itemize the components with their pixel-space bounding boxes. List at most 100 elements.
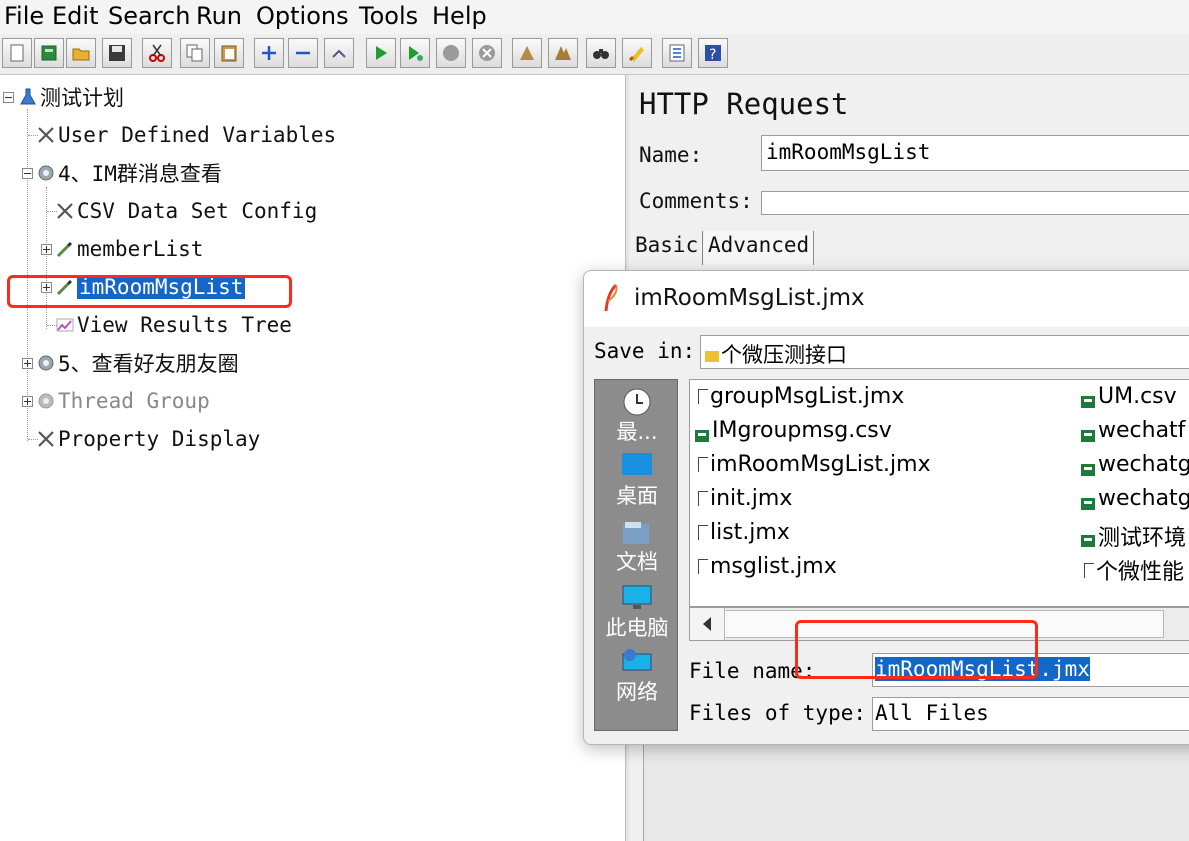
expand-icon[interactable]: [254, 38, 284, 68]
files-of-type-combo[interactable]: All Files: [872, 697, 1189, 731]
menu-run[interactable]: Run: [196, 2, 242, 30]
tree-node-view-results-tree[interactable]: View Results Tree: [55, 308, 292, 342]
tree-node-thread-group-5[interactable]: 5、查看好友朋友圈: [36, 346, 239, 380]
list-item[interactable]: wechatg: [1080, 452, 1189, 477]
name-field[interactable]: imRoomMsgList: [761, 135, 1189, 171]
list-item[interactable]: UM.csv: [1080, 384, 1177, 409]
tree-node-csv-data-set-config[interactable]: CSV Data Set Config: [55, 194, 317, 228]
place-desktop[interactable]: 桌面: [595, 450, 679, 510]
list-item[interactable]: wechatg: [1080, 486, 1189, 511]
file-icon: [698, 525, 708, 540]
start-icon[interactable]: [366, 38, 396, 68]
list-item[interactable]: list.jmx: [698, 520, 790, 545]
chevron-left-icon: [703, 617, 711, 631]
tree-node-thread-group[interactable]: Thread Group: [36, 384, 210, 418]
toolbar: ?: [0, 34, 1189, 75]
stop-icon[interactable]: [436, 38, 466, 68]
menu-edit[interactable]: Edit: [52, 2, 98, 30]
tree-node-user-defined-variables[interactable]: User Defined Variables: [36, 118, 336, 152]
svg-text:?: ?: [709, 47, 716, 63]
panel-title: HTTP Request: [639, 87, 849, 121]
test-plan-tree: 测试计划 User Defined Variables 4、IM群消息查看 CS…: [0, 75, 625, 841]
tree-node-member-list[interactable]: memberList: [55, 232, 203, 266]
clear-icon[interactable]: [512, 38, 542, 68]
list-item[interactable]: init.jmx: [698, 486, 792, 511]
tree-node-test-plan[interactable]: 测试计划: [18, 80, 124, 114]
expand-toggle[interactable]: [41, 244, 52, 255]
file-icon: [698, 491, 708, 506]
clock-icon: [623, 388, 651, 416]
gear-icon: [36, 353, 56, 373]
tree-node-thread-group-4[interactable]: 4、IM群消息查看: [36, 156, 222, 190]
new-icon[interactable]: [2, 38, 32, 68]
dialog-title: imRoomMsgList.jmx: [634, 285, 865, 311]
csv-file-icon: [1080, 458, 1096, 476]
tab-basic[interactable]: Basic: [631, 231, 704, 265]
expand-toggle[interactable]: [3, 92, 14, 103]
shutdown-icon[interactable]: [472, 38, 502, 68]
network-icon: [622, 649, 652, 671]
help-icon[interactable]: ?: [698, 38, 728, 68]
list-item[interactable]: groupMsgList.jmx: [698, 384, 904, 409]
computer-icon: [622, 585, 652, 609]
search-icon[interactable]: [586, 38, 616, 68]
comments-label: Comments:: [639, 189, 753, 213]
open-icon[interactable]: [66, 38, 96, 68]
csv-file-icon: [1080, 424, 1096, 442]
menu-help[interactable]: Help: [432, 2, 487, 30]
pipette-icon: [55, 239, 75, 259]
feather-icon: [600, 283, 622, 319]
start-no-pause-icon[interactable]: [400, 38, 430, 68]
expand-toggle[interactable]: [22, 168, 33, 179]
copy-icon[interactable]: [180, 38, 210, 68]
list-item[interactable]: IMgroupmsg.csv: [694, 418, 892, 443]
menu-bar: File Edit Search Run Options Tools Help: [0, 0, 1189, 34]
list-item[interactable]: imRoomMsgList.jmx: [698, 452, 931, 477]
gear-icon: [36, 391, 56, 411]
gear-icon: [36, 163, 56, 183]
place-recent[interactable]: 最...: [595, 386, 679, 446]
clear-all-icon[interactable]: [548, 38, 578, 68]
list-item[interactable]: 测试环境: [1080, 520, 1186, 552]
documents-icon: [623, 522, 649, 544]
list-item[interactable]: msglist.jmx: [698, 554, 837, 579]
request-settings-area: [643, 735, 1189, 841]
expand-toggle[interactable]: [22, 396, 33, 407]
flask-icon: [18, 87, 38, 107]
reset-search-icon[interactable]: [622, 38, 652, 68]
wrench-icon: [55, 201, 75, 221]
scroll-left-button[interactable]: [690, 608, 725, 640]
paste-icon[interactable]: [214, 38, 244, 68]
comments-field[interactable]: [761, 191, 1189, 215]
save-icon[interactable]: [102, 38, 132, 68]
function-helper-icon[interactable]: [662, 38, 692, 68]
place-documents[interactable]: 文档: [595, 520, 679, 576]
place-network[interactable]: 网络: [595, 648, 679, 706]
tab-advanced[interactable]: Advanced: [704, 231, 815, 265]
file-icon: [698, 559, 708, 574]
file-list: groupMsgList.jmx IMgroupmsg.csv imRoomMs…: [689, 379, 1189, 607]
toggle-icon[interactable]: [324, 38, 354, 68]
menu-search[interactable]: Search: [108, 2, 190, 30]
menu-options[interactable]: Options: [256, 2, 349, 30]
expand-toggle[interactable]: [22, 358, 33, 369]
wrench-icon: [36, 429, 56, 449]
save-in-label: Save in:: [594, 339, 696, 363]
place-this-pc[interactable]: 此电脑: [595, 584, 679, 642]
desktop-icon: [622, 453, 652, 475]
templates-icon[interactable]: [34, 38, 64, 68]
list-item[interactable]: wechatf: [1080, 418, 1185, 443]
save-in-combo[interactable]: 个微压测接口: [700, 335, 1189, 369]
csv-file-icon: [1080, 390, 1096, 408]
wrench-icon: [36, 125, 56, 145]
name-label: Name:: [639, 143, 703, 167]
tree-node-property-display[interactable]: Property Display: [36, 422, 260, 456]
cut-icon[interactable]: [142, 38, 172, 68]
menu-file[interactable]: File: [4, 2, 44, 30]
list-item[interactable]: 个微性能: [1084, 554, 1184, 586]
menu-tools[interactable]: Tools: [359, 2, 418, 30]
csv-file-icon: [1080, 492, 1096, 510]
dialog-title-bar: imRoomMsgList.jmx: [584, 271, 1189, 327]
file-icon: [698, 389, 708, 404]
collapse-icon[interactable]: [288, 38, 318, 68]
